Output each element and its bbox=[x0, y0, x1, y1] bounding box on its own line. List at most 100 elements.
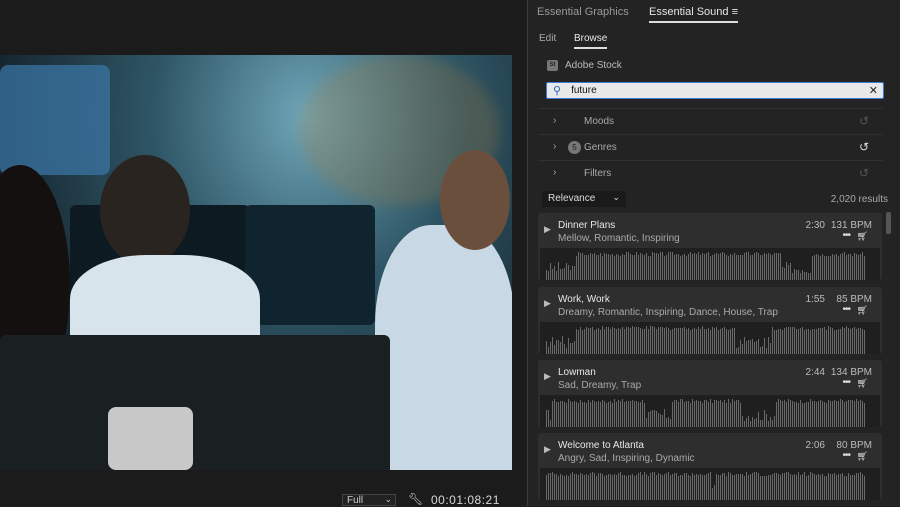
waveform-bar bbox=[648, 328, 649, 354]
scrollbar[interactable] bbox=[886, 212, 891, 234]
play-icon[interactable]: ▶ bbox=[544, 371, 551, 382]
waveform-bar bbox=[864, 255, 865, 280]
waveform-bar bbox=[646, 252, 647, 280]
adobe-stock-source[interactable]: St Adobe Stock bbox=[547, 60, 622, 71]
more-icon[interactable]: ••• bbox=[842, 230, 850, 241]
waveform-bar bbox=[838, 329, 839, 354]
play-icon[interactable]: ▶ bbox=[544, 224, 551, 235]
waveform-bar bbox=[578, 475, 579, 500]
waveform-bar bbox=[670, 329, 671, 354]
waveform-bar bbox=[794, 269, 795, 280]
waveform[interactable] bbox=[540, 322, 880, 354]
tab-essential-sound[interactable]: Essential Sound ≡ bbox=[649, 6, 738, 23]
chevron-right-icon[interactable]: › bbox=[553, 141, 556, 152]
waveform-bar bbox=[558, 340, 559, 354]
search-input[interactable] bbox=[571, 85, 869, 96]
waveform-bar bbox=[548, 347, 549, 354]
more-icon[interactable]: ••• bbox=[842, 450, 850, 461]
waveform-bar bbox=[608, 402, 609, 427]
waveform-bar bbox=[680, 399, 681, 427]
waveform-bar bbox=[642, 474, 643, 500]
waveform-bar bbox=[804, 402, 805, 427]
waveform-bar bbox=[822, 401, 823, 427]
waveform-bar bbox=[690, 252, 691, 280]
waveform-bar bbox=[824, 255, 825, 280]
track-card[interactable]: ▶ Work, Work Dreamy, Romantic, Inspiring… bbox=[538, 287, 882, 354]
waveform-bar bbox=[836, 400, 837, 427]
play-icon[interactable]: ▶ bbox=[544, 298, 551, 309]
waveform-bar bbox=[628, 401, 629, 427]
waveform[interactable] bbox=[540, 468, 880, 500]
waveform-bar bbox=[738, 347, 739, 354]
waveform-bar bbox=[748, 475, 749, 500]
waveform-bar bbox=[792, 273, 793, 280]
search-field[interactable]: ⚲ ✕ bbox=[546, 82, 884, 99]
chevron-right-icon[interactable]: › bbox=[553, 167, 556, 178]
waveform-bar bbox=[846, 401, 847, 427]
sort-dropdown[interactable]: Relevance ⌄ bbox=[542, 191, 626, 207]
cart-icon[interactable]: 🛒︎ bbox=[857, 231, 868, 242]
waveform-bar bbox=[860, 399, 861, 427]
clear-search-icon[interactable]: ✕ bbox=[869, 84, 878, 97]
chevron-right-icon[interactable]: › bbox=[553, 115, 556, 126]
waveform-bar bbox=[590, 252, 591, 280]
waveform-bar bbox=[608, 326, 609, 354]
playback-resolution-dropdown[interactable]: Full ⌄ bbox=[342, 494, 396, 506]
more-icon[interactable]: ••• bbox=[842, 304, 850, 315]
waveform-bar bbox=[744, 420, 745, 427]
waveform[interactable] bbox=[540, 395, 880, 427]
waveform-bar bbox=[720, 253, 721, 280]
waveform-bar bbox=[854, 401, 855, 427]
waveform[interactable] bbox=[540, 248, 880, 280]
waveform-bar bbox=[858, 328, 859, 354]
waveform-bar bbox=[862, 473, 863, 500]
waveform-bar bbox=[810, 329, 811, 354]
wrench-icon[interactable]: 🔧︎ bbox=[408, 492, 423, 506]
waveform-bar bbox=[690, 475, 691, 500]
waveform-bar bbox=[730, 402, 731, 427]
waveform-bar bbox=[754, 342, 755, 354]
chevron-down-icon: ⌄ bbox=[612, 192, 620, 202]
waveform-bar bbox=[616, 328, 617, 354]
waveform-bar bbox=[846, 476, 847, 500]
hamburger-icon[interactable]: ≡ bbox=[732, 6, 738, 18]
cart-icon[interactable]: 🛒︎ bbox=[857, 451, 868, 462]
waveform-bar bbox=[770, 416, 771, 427]
waveform-bar bbox=[804, 329, 805, 354]
waveform-bar bbox=[734, 474, 735, 500]
waveform-bar bbox=[756, 341, 757, 354]
waveform-bar bbox=[582, 252, 583, 280]
waveform-bar bbox=[796, 474, 797, 500]
waveform-bar bbox=[808, 401, 809, 427]
waveform-bar bbox=[598, 473, 599, 500]
tab-edit[interactable]: Edit bbox=[539, 33, 556, 44]
waveform-bar bbox=[838, 401, 839, 427]
tab-essential-graphics[interactable]: Essential Graphics bbox=[537, 6, 629, 18]
track-card[interactable]: ▶ Dinner Plans Mellow, Romantic, Inspiri… bbox=[538, 213, 882, 280]
filter-genres[interactable]: › 5 Genres ↺ bbox=[538, 134, 883, 159]
waveform-bar bbox=[630, 328, 631, 354]
waveform-bar bbox=[766, 254, 767, 280]
waveform-bar bbox=[778, 399, 779, 427]
waveform-bar bbox=[856, 399, 857, 427]
cart-icon[interactable]: 🛒︎ bbox=[857, 305, 868, 316]
waveform-bar bbox=[550, 473, 551, 500]
tab-browse[interactable]: Browse bbox=[574, 33, 608, 49]
waveform-bar bbox=[622, 475, 623, 500]
waveform-bar bbox=[610, 254, 611, 280]
waveform-bar bbox=[742, 255, 743, 280]
cart-icon[interactable]: 🛒︎ bbox=[857, 378, 868, 389]
waveform-bar bbox=[794, 326, 795, 354]
waveform-bar bbox=[692, 473, 693, 500]
waveform-bar bbox=[712, 254, 713, 280]
track-card[interactable]: ▶ Lowman Sad, Dreamy, Trap 2:44 134 BPM … bbox=[538, 360, 882, 427]
waveform-bar bbox=[596, 402, 597, 427]
filter-filters[interactable]: › Filters ↺ bbox=[538, 160, 883, 185]
filter-moods[interactable]: › Moods ↺ bbox=[538, 108, 883, 133]
waveform-bar bbox=[648, 475, 649, 500]
track-card[interactable]: ▶ Welcome to Atlanta Angry, Sad, Inspiri… bbox=[538, 433, 882, 500]
more-icon[interactable]: ••• bbox=[842, 377, 850, 388]
play-icon[interactable]: ▶ bbox=[544, 444, 551, 455]
waveform-bar bbox=[794, 402, 795, 427]
reset-icon[interactable]: ↺ bbox=[859, 140, 869, 154]
